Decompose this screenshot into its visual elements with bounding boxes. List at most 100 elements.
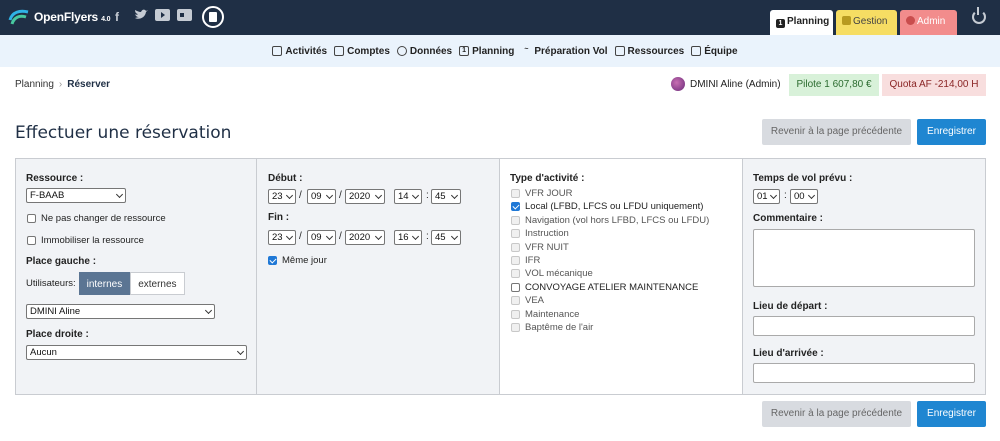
avatar xyxy=(671,77,685,91)
activity-label-item: VOL mécanique xyxy=(525,268,593,280)
back-button-bottom[interactable]: Revenir à la page précédente xyxy=(762,401,911,427)
balance-badge: Pilote 1 607,80 € xyxy=(789,74,879,96)
planning-tab-icon: 1 xyxy=(776,19,785,28)
activity-checkbox xyxy=(511,242,520,252)
time-separator: : xyxy=(426,190,429,201)
start-day-select[interactable]: 23 xyxy=(268,189,296,204)
facebook-icon[interactable]: f xyxy=(115,9,119,25)
arrival-label: Lieu d'arrivée : xyxy=(753,348,824,359)
date-column: Début : 23 / 09 / 2020 14 : 45 Fin : 23 … xyxy=(257,159,500,394)
activity-checkbox[interactable] xyxy=(511,202,520,212)
resource-label: Ressource : xyxy=(26,173,84,184)
activity-label-item: Local (LFBD, LFCS ou LFDU uniquement) xyxy=(525,201,704,213)
users-label: Utilisateurs: xyxy=(26,278,76,289)
youtube-icon[interactable] xyxy=(155,9,170,25)
start-minute-select[interactable]: 45 xyxy=(431,189,461,204)
nav-equipe[interactable]: Équipe xyxy=(691,46,738,57)
end-day-select[interactable]: 23 xyxy=(268,230,296,245)
user-type-switch: Utilisateurs: internes externes xyxy=(26,272,185,295)
activity-checkbox[interactable] xyxy=(511,282,520,292)
same-day-label: Même jour xyxy=(282,255,327,266)
end-year-select[interactable]: 2020 xyxy=(345,230,385,245)
flight-minutes-select[interactable]: 00 xyxy=(790,189,818,204)
nav-planning[interactable]: 1 Planning xyxy=(459,46,514,57)
arrival-input[interactable] xyxy=(753,363,975,383)
power-icon[interactable] xyxy=(972,7,986,24)
nav-ressources[interactable]: Ressources xyxy=(614,46,684,57)
flickr-icon[interactable] xyxy=(177,9,192,25)
top-bar: OpenFlyers 4.0 f 1 Planning Gestion Admin xyxy=(0,0,1000,35)
back-button[interactable]: Revenir à la page précédente xyxy=(762,119,911,145)
quota-badge: Quota AF -214,00 H xyxy=(882,74,986,96)
activity-checkbox xyxy=(511,323,520,332)
end-month-select[interactable]: 09 xyxy=(307,230,336,245)
chevron-down-icon xyxy=(325,232,334,241)
main-nav: Activités Comptes Données 1 Planning ~ Pré… xyxy=(0,35,1000,67)
start-hour-select[interactable]: 14 xyxy=(394,189,422,204)
start-year-select[interactable]: 2020 xyxy=(345,189,385,204)
activity-label: Type d'activité : xyxy=(510,173,585,184)
save-button[interactable]: Enregistrer xyxy=(917,119,986,145)
left-seat-user-select[interactable]: DMINI Aline xyxy=(26,304,215,319)
tab-gestion[interactable]: Gestion xyxy=(836,10,897,35)
date-separator: / xyxy=(339,231,342,242)
save-button-bottom[interactable]: Enregistrer xyxy=(917,401,986,427)
same-day-checkbox[interactable] xyxy=(268,256,277,265)
nav-activites[interactable]: Activités xyxy=(272,46,327,57)
tab-planning[interactable]: 1 Planning xyxy=(770,10,833,35)
flight-hours-select[interactable]: 01 xyxy=(753,189,780,204)
twitter-icon[interactable] xyxy=(134,9,148,25)
activity-label-item: CONVOYAGE ATELIER MAINTENANCE xyxy=(525,281,699,293)
activity-checkbox xyxy=(511,229,520,239)
nav-preparation-vol[interactable]: ~ Préparation Vol xyxy=(521,46,607,57)
activities-icon xyxy=(272,46,283,56)
breadcrumb-separator: › xyxy=(58,79,63,90)
right-seat-user-select[interactable]: Aucun xyxy=(26,345,247,360)
date-separator: / xyxy=(339,190,342,201)
user-name: DMINI Aline (Admin) xyxy=(690,78,781,90)
chevron-down-icon xyxy=(285,232,294,241)
breadcrumb-root[interactable]: Planning xyxy=(15,79,54,90)
comment-textarea[interactable] xyxy=(753,229,975,287)
flight-path-icon: ~ xyxy=(524,46,529,53)
end-hour-select[interactable]: 16 xyxy=(394,230,422,245)
breadcrumb: Planning › Réserver xyxy=(15,79,110,90)
user-info[interactable]: DMINI Aline (Admin) xyxy=(671,77,781,91)
book-icon[interactable] xyxy=(202,6,224,28)
activity-checkbox xyxy=(511,296,520,306)
right-seat-label: Place droite : xyxy=(26,329,89,340)
date-separator: / xyxy=(299,190,302,201)
activity-label-item: VFR NUIT xyxy=(525,241,569,253)
chevron-down-icon xyxy=(374,232,383,241)
departure-input[interactable] xyxy=(753,316,975,336)
immobilize-label: Immobiliser la ressource xyxy=(41,235,144,246)
externes-toggle[interactable]: externes xyxy=(130,272,185,295)
openflyers-logo-icon xyxy=(8,9,29,25)
date-separator: / xyxy=(299,231,302,242)
activity-column: Type d'activité : VFR JOUR Local (LFBD, L… xyxy=(500,159,743,394)
tab-admin[interactable]: Admin xyxy=(900,10,957,35)
chevron-down-icon xyxy=(236,347,245,356)
keep-resource-checkbox[interactable] xyxy=(27,214,36,223)
internes-toggle[interactable]: internes xyxy=(78,272,131,295)
end-minute-select[interactable]: 45 xyxy=(431,230,461,245)
activity-checkbox xyxy=(511,256,520,265)
chevron-down-icon xyxy=(450,191,459,200)
page-title: Effectuer une réservation xyxy=(15,123,232,143)
data-icon xyxy=(396,46,407,56)
start-month-select[interactable]: 09 xyxy=(307,189,336,204)
chevron-down-icon xyxy=(115,190,124,199)
chevron-down-icon xyxy=(285,191,294,200)
nav-comptes[interactable]: Comptes xyxy=(334,46,390,57)
app-name: OpenFlyers 4.0 xyxy=(34,10,111,24)
planning-icon: 1 xyxy=(459,46,470,56)
nav-donnees[interactable]: Données xyxy=(396,46,452,57)
immobilize-checkbox[interactable] xyxy=(27,236,36,245)
activity-label-item: Navigation (vol hors LFBD, LFCS ou LFDU) xyxy=(525,214,710,226)
chevron-down-icon xyxy=(374,191,383,200)
resource-select[interactable]: F-BAAB xyxy=(26,188,126,203)
team-icon xyxy=(691,46,702,56)
chevron-down-icon xyxy=(204,306,213,315)
app-logo[interactable]: OpenFlyers 4.0 xyxy=(8,8,111,26)
activity-label-item: Instruction xyxy=(525,228,569,240)
